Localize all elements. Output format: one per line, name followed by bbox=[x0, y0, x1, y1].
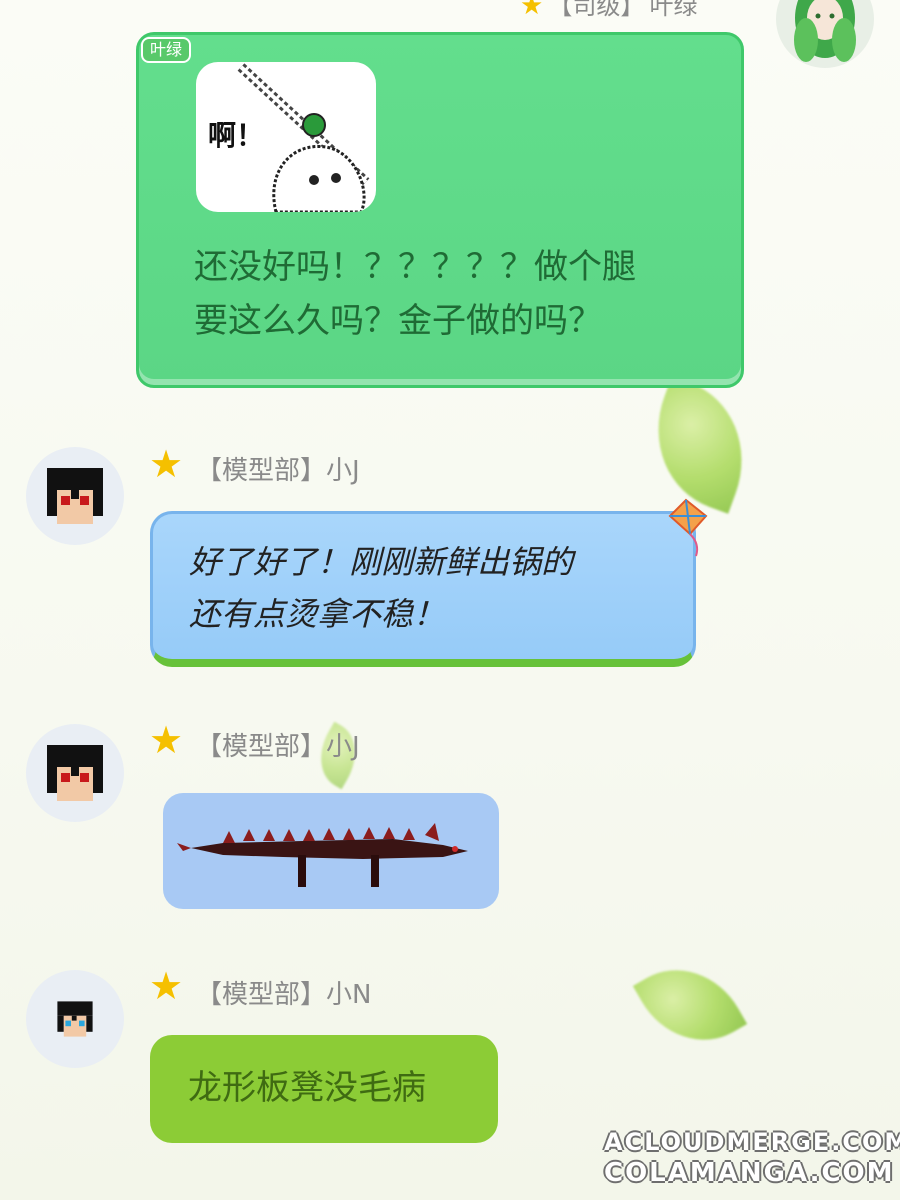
decorative-leaf bbox=[632, 946, 748, 1064]
top-header-partial: ★ 【司级】 叶绿 bbox=[520, 0, 698, 21]
sender-label: 【模型部】小J bbox=[196, 450, 360, 487]
pixel-avatar-icon bbox=[47, 745, 103, 801]
bubble-badge: 叶绿 bbox=[141, 37, 191, 63]
sender-name: 小N bbox=[326, 980, 372, 1010]
rank-label: 【模型部】 bbox=[196, 456, 327, 486]
decorative-leaf bbox=[634, 376, 766, 514]
sender-name: 叶绿 bbox=[649, 0, 698, 20]
pixel-avatar-icon bbox=[47, 468, 103, 524]
avatar-xiaoj[interactable] bbox=[26, 724, 124, 822]
message-text: 还没好吗！？？？？？做个腿 要这么久吗？金子做的吗？ bbox=[194, 247, 636, 341]
sender-label: 【模型部】小N bbox=[196, 974, 371, 1011]
rank-label: 【模型部】 bbox=[196, 732, 327, 762]
kite-icon bbox=[668, 498, 708, 557]
sticker-image[interactable]: 啊！ bbox=[196, 62, 376, 212]
sender-name: 小J bbox=[326, 732, 360, 762]
star-icon: ★ bbox=[148, 442, 184, 486]
avatar-xiaon[interactable] bbox=[26, 970, 124, 1068]
star-icon: ★ bbox=[520, 0, 544, 21]
message-text: 龙形板凳没毛病 bbox=[188, 1068, 426, 1108]
message-bubble-lime[interactable]: 龙形板凳没毛病 bbox=[150, 1035, 498, 1143]
message-bubble-green[interactable]: 叶绿 啊！ 还没好吗！？？？？？做个腿 要这么久吗？金子做的吗？ bbox=[136, 32, 744, 388]
avatar-yelv[interactable] bbox=[776, 0, 874, 68]
message-text: 好了好了！刚刚新鲜出锅的 还有点烫拿不稳！ bbox=[189, 543, 574, 633]
sticker-caption: 啊！ bbox=[208, 119, 265, 152]
pixel-avatar-icon bbox=[57, 1001, 93, 1037]
star-icon: ★ bbox=[148, 718, 184, 762]
rank-label: 【模型部】 bbox=[196, 980, 327, 1010]
image-message-bubble[interactable] bbox=[163, 793, 499, 909]
watermark-line2: COLAMANGA.COM bbox=[604, 1158, 895, 1188]
dragon-bench-image-icon bbox=[177, 823, 468, 887]
green-hair-avatar-icon bbox=[794, 0, 856, 62]
message-bubble-blue[interactable]: 好了好了！刚刚新鲜出锅的 还有点烫拿不稳！ bbox=[150, 511, 696, 667]
star-icon: ★ bbox=[148, 964, 184, 1008]
sender-label: 【模型部】小J bbox=[196, 726, 360, 763]
sender-name: 小J bbox=[326, 456, 360, 486]
rank-label: 【司级】 bbox=[548, 0, 645, 20]
watermark-line1: ACLOUDMERGE.COM bbox=[604, 1128, 900, 1156]
avatar-xiaoj[interactable] bbox=[26, 447, 124, 545]
